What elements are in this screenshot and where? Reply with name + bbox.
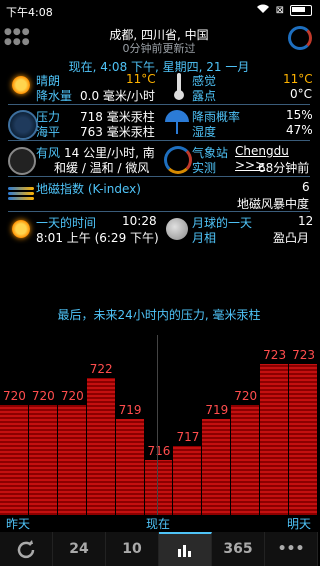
status-time: 下午4:08 bbox=[6, 6, 53, 19]
battery-icon bbox=[290, 5, 312, 16]
pressure-bar-label: 723 bbox=[292, 347, 315, 362]
pressure-bar-label: 720 bbox=[234, 389, 258, 403]
x-label-now: 现在 bbox=[146, 517, 171, 531]
rain-prob-value: 15% bbox=[286, 108, 313, 122]
humidity-value: 47% bbox=[286, 123, 313, 137]
divider bbox=[8, 176, 310, 177]
divider bbox=[8, 140, 310, 141]
wifi-icon bbox=[256, 4, 270, 17]
nav-10day-button[interactable]: 10 bbox=[106, 532, 159, 566]
pressure-chart[interactable]: 720 720 720 722 719 716 717 719 720 723 723 bbox=[0, 330, 318, 515]
sealevel-value: 763 毫米汞柱 bbox=[80, 125, 155, 139]
geomagnetic-icon bbox=[8, 185, 34, 205]
station-icon bbox=[164, 146, 192, 174]
pressure-bar bbox=[231, 405, 260, 515]
pressure-bar bbox=[0, 405, 28, 515]
precip-label: 降水量 bbox=[36, 89, 73, 103]
sunrise-value: 8:01 上午 (6:29 下午) bbox=[36, 231, 159, 245]
pressure-bar bbox=[202, 418, 231, 515]
x-label-end: 明天 bbox=[287, 517, 312, 531]
pressure-bar bbox=[289, 363, 317, 515]
daytime-value: 10:28 bbox=[122, 214, 157, 228]
pressure-bar bbox=[144, 460, 173, 515]
pressure-bar-label: 719 bbox=[118, 402, 142, 417]
refresh-icon bbox=[17, 540, 35, 559]
nav-365-button[interactable]: 365 bbox=[212, 532, 265, 566]
dew-value: 0°C bbox=[290, 87, 313, 101]
moonday-value: 12 bbox=[298, 214, 314, 228]
status-icons: ⊠ bbox=[256, 4, 312, 17]
pressure-bar-label: 722 bbox=[89, 361, 113, 376]
nav-chart-button[interactable] bbox=[159, 532, 212, 566]
humidity-label: 湿度 bbox=[192, 125, 217, 139]
sealevel-label: 海平 bbox=[36, 125, 61, 139]
pressure-bar bbox=[28, 405, 57, 515]
kindex-value: 6 bbox=[302, 180, 310, 194]
moonphase-label: 月相 bbox=[192, 231, 217, 245]
moonphase-value: 盈凸月 bbox=[273, 231, 310, 245]
pressure-bar-label: 720 bbox=[3, 389, 26, 403]
refresh-icon[interactable] bbox=[288, 26, 312, 50]
chart-title: 最后，未来24小时内的压力, 毫米汞柱 bbox=[57, 308, 261, 322]
pressure-bar bbox=[260, 363, 289, 515]
barometer-icon bbox=[8, 110, 38, 140]
divider bbox=[8, 211, 310, 212]
pressure-bar-label: 720 bbox=[60, 389, 84, 403]
dew-label: 露点 bbox=[192, 89, 217, 103]
pressure-bar-label: 720 bbox=[31, 389, 55, 403]
now-marker-line bbox=[157, 335, 158, 515]
pressure-bar-label: 717 bbox=[176, 430, 200, 445]
live-value: 68分钟前 bbox=[258, 161, 310, 175]
nav-refresh-button[interactable] bbox=[0, 532, 53, 566]
wind-desc: 和缓 / 温和 / 微风 bbox=[54, 161, 150, 175]
sun-icon bbox=[12, 220, 30, 238]
moon-icon bbox=[166, 218, 188, 240]
pressure-bar-label: 719 bbox=[205, 402, 229, 417]
pressure-bar-label: 723 bbox=[263, 347, 287, 362]
compass-icon bbox=[8, 147, 36, 175]
sun-icon bbox=[12, 76, 30, 94]
pressure-bar bbox=[173, 446, 202, 515]
x-label-start: 昨天 bbox=[6, 517, 31, 531]
feels-value: 11°C bbox=[283, 72, 313, 86]
sim-icon: ⊠ bbox=[275, 5, 284, 16]
bottom-nav: 24 10 365 ••• bbox=[0, 532, 318, 566]
thermometer-icon bbox=[174, 73, 184, 100]
pressure-bar bbox=[57, 405, 86, 515]
nav-24h-button[interactable]: 24 bbox=[53, 532, 106, 566]
pressure-bar bbox=[115, 418, 144, 515]
chart-icon bbox=[178, 545, 191, 557]
kindex-desc: 地磁风暴中度 bbox=[237, 197, 310, 211]
pressure-bar bbox=[86, 377, 115, 515]
updated-text: 0分钟前更新过 bbox=[122, 42, 196, 55]
umbrella-icon bbox=[165, 110, 189, 134]
live-label: 实测 bbox=[192, 161, 217, 175]
kindex-label: 地磁指数 (K-index) bbox=[36, 182, 141, 196]
condition-temp: 11°C bbox=[126, 72, 156, 86]
precip-value: 0.0 毫米/小时 bbox=[80, 89, 155, 103]
divider bbox=[8, 104, 310, 105]
pressure-bar-label: 716 bbox=[147, 444, 171, 458]
nav-more-button[interactable]: ••• bbox=[265, 532, 318, 566]
